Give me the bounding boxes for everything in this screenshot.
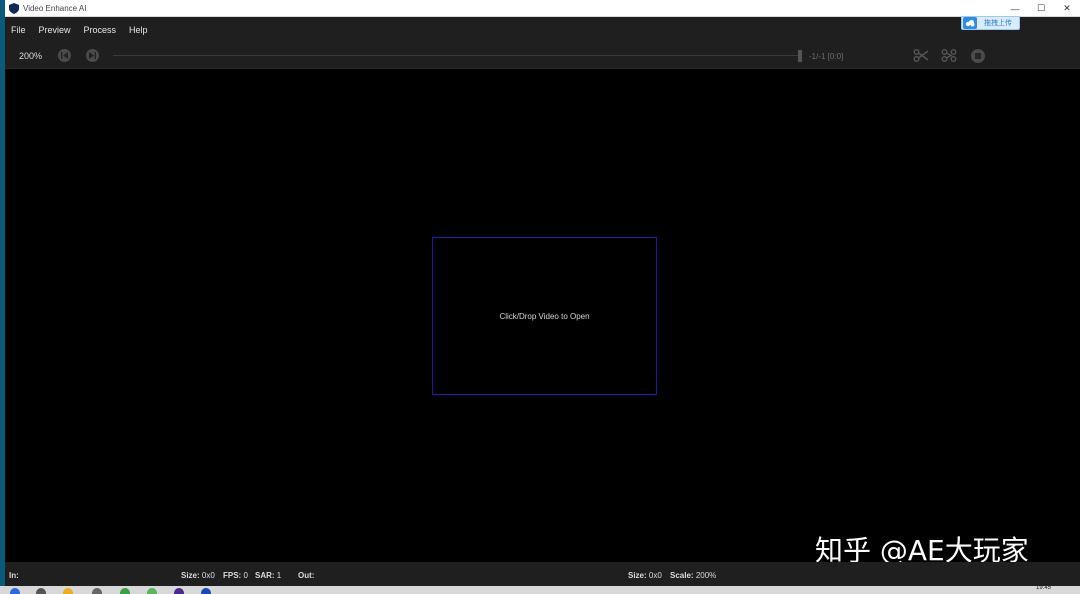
app-icon-purple[interactable]	[174, 588, 184, 594]
menu-help[interactable]: Help	[129, 25, 148, 35]
output-label: Out:	[298, 571, 315, 580]
playback-toolbar: 200% -1/-1 [0:0]	[5, 42, 1080, 69]
menu-file[interactable]: File	[11, 25, 26, 35]
input-sar: SAR: 1	[255, 571, 282, 580]
taskbar-clock: 19:45	[1036, 585, 1052, 591]
frame-counter: -1/-1 [0:0]	[809, 52, 844, 61]
os-taskbar: 19:45	[0, 585, 1080, 594]
drag-upload-button[interactable]: 拖拽上传	[961, 16, 1020, 30]
window-controls: — ☐ ✕	[1002, 0, 1080, 17]
scissors-icon[interactable]	[913, 48, 929, 63]
app-shield-icon	[9, 2, 19, 14]
timeline-handle[interactable]	[798, 50, 802, 62]
zoom-level[interactable]: 200%	[19, 51, 42, 61]
app-icon-blue[interactable]	[201, 588, 211, 594]
menu-process[interactable]: Process	[84, 25, 117, 35]
video-viewport: Click/Drop Video to Open	[5, 69, 1080, 562]
split-cut-icon[interactable]	[941, 48, 957, 63]
input-size: Size: 0x0	[181, 571, 215, 580]
previous-frame-icon[interactable]	[58, 49, 71, 62]
search-icon[interactable]	[36, 588, 46, 594]
app-icon-green[interactable]	[147, 588, 157, 594]
maximize-button[interactable]: ☐	[1028, 0, 1054, 17]
browser-icon[interactable]	[120, 588, 130, 594]
stop-icon[interactable]	[971, 49, 985, 63]
menu-bar: File Preview Process Help	[5, 17, 1080, 42]
cloud-icon	[963, 17, 977, 29]
folder-icon[interactable]	[63, 588, 73, 594]
input-fps: FPS: 0	[223, 571, 248, 580]
menu-preview[interactable]: Preview	[39, 25, 71, 35]
store-icon[interactable]	[92, 588, 102, 594]
upload-label: 拖拽上传	[984, 20, 1012, 27]
status-bar: In: Size: 0x0 FPS: 0 SAR: 1 Out: Size: 0…	[5, 562, 1080, 586]
start-icon[interactable]	[10, 588, 20, 594]
minimize-button[interactable]: —	[1002, 0, 1028, 17]
timeline-track[interactable]	[113, 55, 801, 56]
output-scale: Scale: 200%	[670, 571, 717, 580]
title-bar: Video Enhance AI — ☐ ✕	[5, 0, 1080, 17]
open-video-dropzone[interactable]: Click/Drop Video to Open	[432, 237, 657, 395]
drop-prompt: Click/Drop Video to Open	[499, 311, 590, 321]
input-label: In:	[9, 571, 19, 580]
output-size: Size: 0x0	[628, 571, 662, 580]
close-button[interactable]: ✕	[1054, 0, 1080, 17]
next-frame-icon[interactable]	[86, 49, 99, 62]
window-title: Video Enhance AI	[23, 3, 87, 13]
